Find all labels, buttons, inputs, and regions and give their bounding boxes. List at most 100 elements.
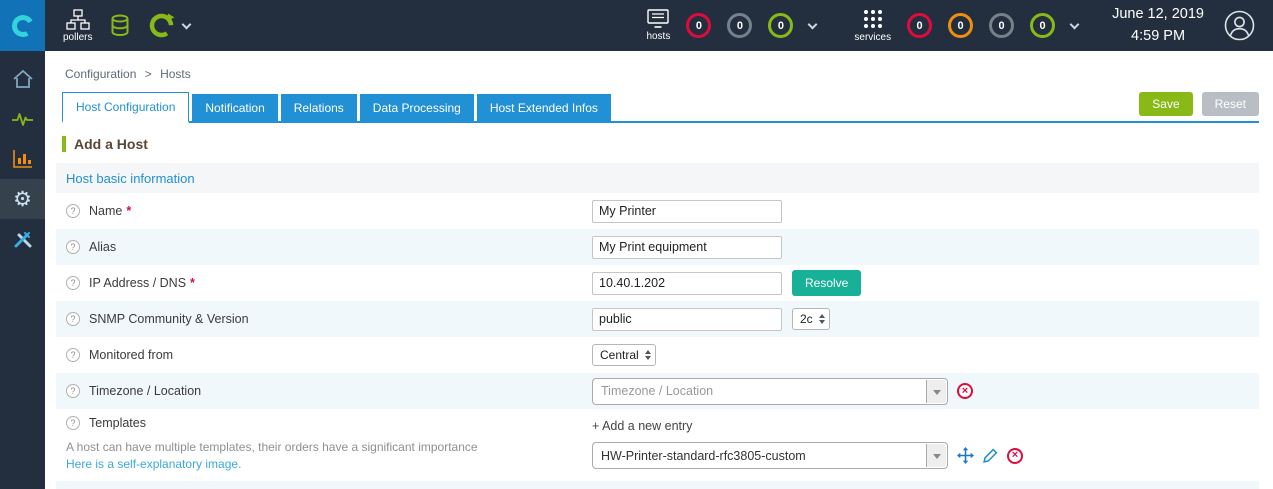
form-row-alias: ? Alias: [56, 229, 1259, 265]
centreon-logo-icon: [9, 12, 36, 39]
hosts-down-badge[interactable]: 0: [686, 13, 712, 38]
required-marker: *: [126, 204, 132, 218]
add-template-entry-link[interactable]: + Add a new entry: [592, 419, 692, 433]
timezone-clear-icon[interactable]: ×: [957, 383, 973, 399]
templates-helper-text: A host can have multiple templates, thei…: [66, 440, 478, 454]
hosts-menu[interactable]: hosts: [646, 9, 670, 42]
sidebar-item-reporting[interactable]: [0, 139, 45, 179]
sidebar-item-administration[interactable]: [0, 219, 45, 259]
tab-data-processing[interactable]: Data Processing: [359, 94, 474, 121]
heartbeat-icon: [12, 113, 33, 126]
date-text: June 12, 2019: [1112, 6, 1204, 23]
reset-button[interactable]: Reset: [1201, 92, 1259, 116]
snmp-community-input[interactable]: [592, 307, 782, 331]
ip-address-label: IP Address / DNS: [89, 276, 187, 290]
services-ok-badge[interactable]: 0: [1030, 13, 1056, 38]
help-icon[interactable]: ?: [66, 240, 80, 254]
alias-label: Alias: [89, 240, 117, 254]
tab-host-extended-infos[interactable]: Host Extended Infos: [476, 94, 611, 121]
app-root: pollers hosts 0 0 0 services 0 0 0 0 Jun…: [0, 0, 1273, 489]
templates-helper-link[interactable]: Here is a self-explanatory image.: [66, 457, 592, 471]
clock: June 12, 2019 4:59 PM: [1112, 4, 1204, 46]
template-delete-icon[interactable]: ×: [1007, 447, 1023, 464]
pollers-menu[interactable]: pollers: [63, 8, 93, 43]
help-icon[interactable]: ?: [66, 204, 80, 218]
host-form: ? Name * ? Alias: [56, 193, 1259, 489]
select-arrows-icon: [818, 314, 825, 324]
refresh-ring-icon: [150, 13, 175, 38]
sidebar-item-home[interactable]: [0, 59, 45, 99]
timezone-placeholder: Timezone / Location: [601, 384, 714, 398]
database-status[interactable]: [110, 14, 130, 37]
services-unknown-badge[interactable]: 0: [989, 13, 1015, 38]
timezone-select[interactable]: Timezone / Location: [592, 377, 948, 405]
user-avatar-icon: [1224, 10, 1255, 41]
chevron-down-icon[interactable]: [1069, 19, 1080, 29]
hosts-unreachable-badge[interactable]: 0: [727, 13, 753, 38]
template-select[interactable]: HW-Printer-standard-rfc3805-custom: [592, 442, 948, 469]
form-row-monitored-from: ? Monitored from Central: [56, 337, 1259, 373]
monitored-from-select[interactable]: Central: [592, 344, 656, 366]
chart-icon: [12, 150, 32, 168]
centreon-logo[interactable]: [0, 0, 45, 51]
tab-host-configuration[interactable]: Host Configuration: [62, 92, 190, 123]
template-edit-icon[interactable]: [983, 448, 998, 463]
dropdown-arrow-icon: [926, 444, 946, 467]
services-critical-badge[interactable]: 0: [907, 13, 933, 38]
wrench-icon: [14, 232, 31, 248]
form-row-name: ? Name *: [56, 193, 1259, 229]
breadcrumb-hosts[interactable]: Hosts: [160, 67, 191, 81]
template-move-icon[interactable]: [957, 447, 974, 464]
breadcrumb: Configuration > Hosts: [56, 51, 1259, 92]
hosts-label: hosts: [646, 31, 671, 42]
timezone-label: Timezone / Location: [89, 384, 202, 398]
name-label: Name: [89, 204, 123, 218]
hosts-status-group: hosts 0 0 0: [646, 9, 818, 42]
ip-address-input[interactable]: [592, 271, 782, 295]
save-button[interactable]: Save: [1139, 92, 1193, 116]
snmp-version-value: 2c: [800, 312, 813, 326]
select-arrows-icon: [644, 350, 651, 360]
services-warning-badge[interactable]: 0: [948, 13, 974, 38]
chevron-down-icon[interactable]: [807, 19, 818, 29]
help-icon[interactable]: ?: [66, 348, 80, 362]
hosts-up-badge[interactable]: 0: [768, 13, 794, 38]
database-icon: [111, 14, 129, 37]
template-select-value: HW-Printer-standard-rfc3805-custom: [601, 448, 806, 463]
home-icon: [12, 69, 33, 88]
user-menu[interactable]: [1224, 10, 1255, 41]
required-marker: *: [190, 276, 195, 290]
breadcrumb-separator: >: [144, 67, 152, 81]
help-icon[interactable]: ?: [66, 312, 80, 326]
monitored-from-label: Monitored from: [89, 348, 174, 362]
hosts-icon: [647, 9, 670, 28]
sync-status[interactable]: [148, 12, 192, 39]
snmp-version-select[interactable]: 2c: [792, 308, 830, 330]
snmp-label: SNMP Community & Version: [89, 312, 249, 326]
help-icon[interactable]: ?: [66, 384, 80, 398]
pollers-label: pollers: [63, 31, 93, 43]
tab-notification[interactable]: Notification: [192, 94, 278, 121]
section-host-basic-information: Host basic information: [56, 163, 1259, 193]
page-title-text: Add a Host: [74, 136, 148, 152]
services-label: services: [854, 32, 892, 43]
form-row-create-services: ? Create Services linked to the Template…: [56, 481, 1259, 489]
alias-input[interactable]: [592, 235, 782, 259]
monitored-from-value: Central: [600, 348, 639, 362]
tab-relations[interactable]: Relations: [280, 94, 357, 121]
section-title: Host basic information: [66, 170, 195, 186]
help-icon[interactable]: ?: [66, 276, 80, 290]
chevron-down-icon[interactable]: [182, 19, 192, 29]
services-menu[interactable]: services: [854, 8, 891, 43]
form-row-ip-address: ? IP Address / DNS * Resolve: [56, 265, 1259, 301]
breadcrumb-configuration[interactable]: Configuration: [65, 67, 136, 81]
form-row-snmp: ? SNMP Community & Version 2c: [56, 301, 1259, 337]
sidebar-item-monitoring[interactable]: [0, 99, 45, 139]
templates-label: Templates: [89, 416, 146, 430]
name-input[interactable]: [592, 199, 782, 223]
resolve-button[interactable]: Resolve: [792, 270, 862, 296]
help-icon[interactable]: ?: [66, 416, 80, 430]
sidebar-item-configuration[interactable]: ⚙: [0, 179, 45, 219]
page-title: Add a Host: [62, 136, 1259, 152]
sidebar: ⚙: [0, 51, 45, 489]
